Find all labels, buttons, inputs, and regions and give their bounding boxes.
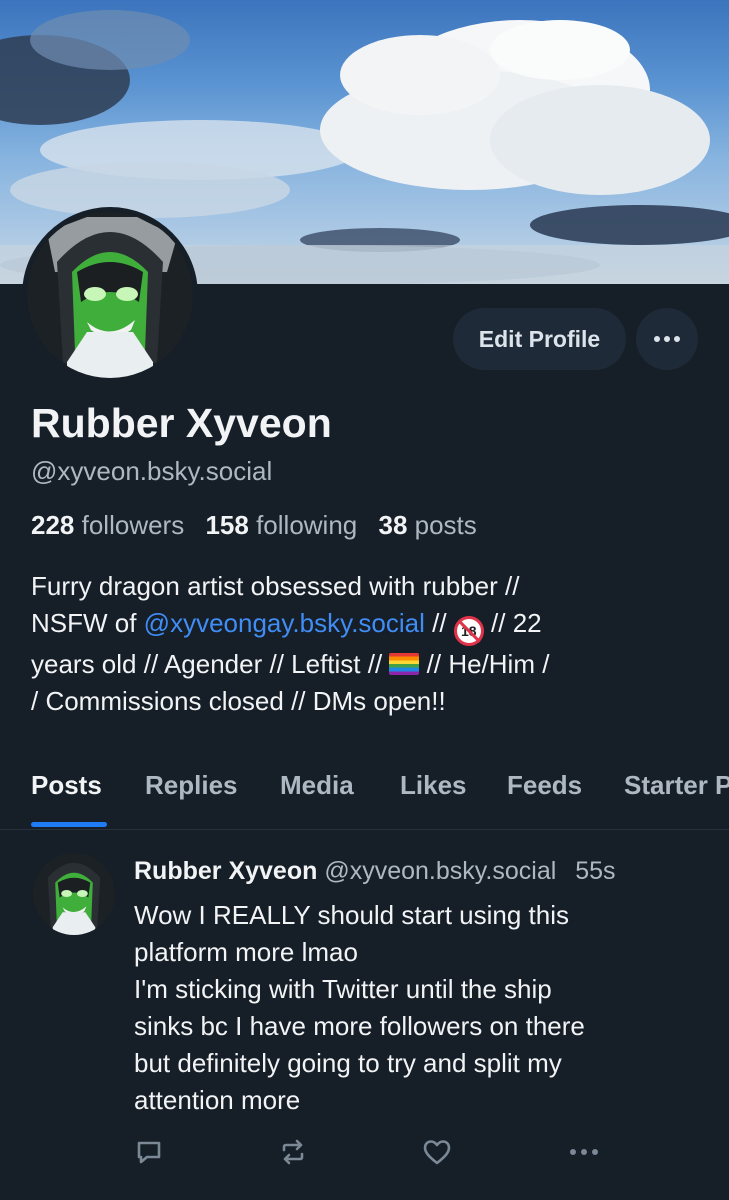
- bio-text: // 22: [483, 608, 542, 638]
- avatar-dragon-image: [33, 853, 115, 935]
- active-tab-indicator: [31, 822, 107, 827]
- following-link[interactable]: 158 following: [205, 510, 357, 540]
- posts-count-group: 38 posts: [378, 510, 476, 540]
- repost-icon: [282, 1139, 304, 1165]
- bio-mention-link[interactable]: @xyveongay.bsky.social: [144, 608, 425, 638]
- bio-text: // He/Him /: [419, 649, 550, 679]
- tab-media[interactable]: Media: [280, 770, 354, 801]
- bio-text: years old // Agender // Leftist //: [31, 649, 390, 679]
- tab-feeds[interactable]: Feeds: [507, 770, 582, 801]
- profile-name: Rubber Xyveon: [31, 400, 332, 446]
- post-text-line: Wow I REALLY should start using this: [134, 900, 569, 930]
- no-under-18-icon: 18: [453, 616, 484, 646]
- post-text-line: sinks bc I have more followers on there: [134, 1011, 585, 1041]
- avatar-dragon-image: [27, 212, 193, 378]
- profile-tabs: Posts Replies Media Likes Feeds Starter …: [0, 760, 729, 830]
- post-header: Rubber Xyveon @xyveon.bsky.social 55s: [134, 857, 616, 886]
- rainbow-flag-icon: [389, 653, 420, 675]
- posts-label: posts: [414, 510, 477, 540]
- heart-icon: [423, 1140, 451, 1165]
- profile-more-button[interactable]: [636, 308, 698, 370]
- post-more-button[interactable]: [566, 1134, 602, 1170]
- profile-stats: 228 followers 158 following 38 posts: [31, 510, 477, 541]
- followers-label: followers: [81, 510, 185, 540]
- ellipsis-icon: [570, 1149, 598, 1155]
- following-count: 158: [205, 510, 249, 540]
- profile-avatar[interactable]: [22, 207, 198, 383]
- post-text-line: I'm sticking with Twitter until the ship: [134, 974, 552, 1004]
- followers-count: 228: [31, 510, 75, 540]
- following-label: following: [256, 510, 358, 540]
- repost-button[interactable]: [275, 1134, 311, 1170]
- post-text[interactable]: Wow I REALLY should start using this pla…: [134, 897, 704, 1119]
- bio-line: Furry dragon artist obsessed with rubber…: [31, 571, 520, 601]
- bio-line: years old // Agender // Leftist // // He…: [31, 646, 701, 683]
- post-text-line: attention more: [134, 1085, 301, 1115]
- tab-posts[interactable]: Posts: [31, 770, 102, 801]
- reply-icon: [137, 1141, 161, 1164]
- bio-line: / Commissions closed // DMs open!!: [31, 686, 446, 716]
- tab-starter-packs[interactable]: Starter Packs: [624, 770, 729, 801]
- post-text-line: platform more lmao: [134, 937, 358, 967]
- post-timestamp[interactable]: 55s: [575, 857, 615, 885]
- tab-likes[interactable]: Likes: [400, 770, 467, 801]
- post-author-name[interactable]: Rubber Xyveon: [134, 857, 317, 885]
- bio-text: //: [424, 608, 454, 638]
- posts-count: 38: [378, 510, 408, 540]
- followers-link[interactable]: 228 followers: [31, 510, 184, 540]
- post-author-handle[interactable]: @xyveon.bsky.social: [324, 857, 556, 885]
- bio-line: NSFW of @xyveongay.bsky.social // 18 // …: [31, 605, 701, 646]
- profile-bio: Furry dragon artist obsessed with rubber…: [31, 568, 701, 720]
- edit-profile-button[interactable]: Edit Profile: [453, 308, 626, 370]
- post-text-line: but definitely going to try and split my: [134, 1048, 562, 1078]
- post-author-avatar[interactable]: [33, 853, 115, 935]
- profile-handle: @xyveon.bsky.social: [31, 456, 273, 486]
- ellipsis-icon: [654, 336, 680, 342]
- like-button[interactable]: [419, 1134, 455, 1170]
- tab-replies[interactable]: Replies: [145, 770, 238, 801]
- post-actions: [0, 1134, 729, 1174]
- reply-button[interactable]: [131, 1134, 167, 1170]
- bio-text: NSFW of: [31, 608, 144, 638]
